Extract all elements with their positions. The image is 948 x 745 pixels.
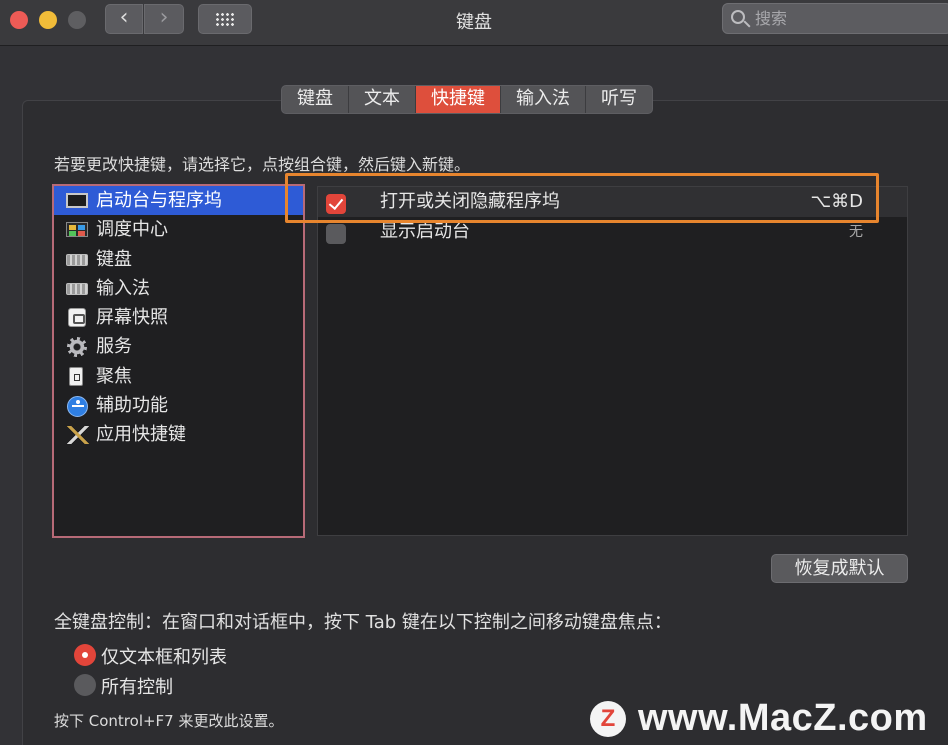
tab-shortcuts[interactable]: 快捷键 bbox=[416, 86, 501, 113]
category-label: 辅助功能 bbox=[96, 395, 168, 417]
screenshot-icon bbox=[68, 308, 86, 328]
title-bar: ‹ › 键盘 bbox=[0, 0, 948, 46]
category-label: 屏幕快照 bbox=[96, 307, 168, 329]
shortcut-key[interactable]: 无 bbox=[849, 217, 863, 247]
spotlight-icon bbox=[69, 366, 83, 386]
instruction-text: 若要更改快捷键，请选择它，点按组合键，然后键入新键。 bbox=[54, 155, 471, 174]
app-shortcuts-icon bbox=[67, 426, 89, 445]
category-item-app-shortcuts[interactable]: 应用快捷键 bbox=[54, 420, 303, 449]
shortcut-list[interactable]: 打开或关闭隐藏程序坞 ⌥⌘D 显示启动台 无 bbox=[317, 186, 908, 536]
category-item-launchpad-dock[interactable]: 启动台与程序坞 bbox=[54, 186, 303, 216]
category-item-mission-control[interactable]: 调度中心 bbox=[54, 215, 303, 244]
shortcut-enable-checkbox[interactable] bbox=[326, 224, 346, 244]
category-label: 键盘 bbox=[96, 248, 132, 270]
category-label: 聚焦 bbox=[96, 365, 132, 387]
gear-icon bbox=[67, 337, 87, 358]
category-label: 调度中心 bbox=[96, 219, 168, 241]
shortcut-enable-checkbox[interactable] bbox=[326, 194, 346, 214]
radio-button[interactable] bbox=[74, 644, 96, 666]
shortcut-label: 显示启动台 bbox=[380, 221, 470, 242]
category-label: 启动台与程序坞 bbox=[96, 190, 222, 211]
category-item-screenshots[interactable]: 屏幕快照 bbox=[54, 303, 303, 332]
accessibility-icon bbox=[67, 396, 88, 418]
keyboard-icon bbox=[66, 253, 88, 266]
radio-button[interactable] bbox=[74, 674, 96, 696]
category-item-accessibility[interactable]: 辅助功能 bbox=[54, 391, 303, 420]
shortcut-row[interactable]: 显示启动台 无 bbox=[318, 217, 907, 247]
category-item-keyboard[interactable]: 键盘 bbox=[54, 245, 303, 274]
shortcut-key[interactable]: ⌥⌘D bbox=[810, 187, 863, 217]
tab-keyboard[interactable]: 键盘 bbox=[282, 86, 349, 113]
tab-input-sources[interactable]: 输入法 bbox=[501, 86, 586, 113]
mission-control-icon bbox=[66, 222, 88, 238]
tab-dictation[interactable]: 听写 bbox=[586, 86, 652, 113]
radio-label: 所有控制 bbox=[101, 677, 173, 698]
shortcut-label: 打开或关闭隐藏程序坞 bbox=[380, 191, 560, 212]
category-label: 应用快捷键 bbox=[96, 424, 186, 446]
tab-bar: 键盘 文本 快捷键 输入法 听写 bbox=[281, 85, 653, 114]
search-icon bbox=[731, 10, 745, 24]
category-list[interactable]: 启动台与程序坞 调度中心 键盘 输入法 屏幕快照 服务 聚焦 辅助功能 应用快捷… bbox=[52, 184, 305, 538]
restore-defaults-button[interactable]: 恢复成默认 bbox=[771, 554, 908, 583]
watermark-text: www.MacZ.com bbox=[638, 697, 928, 739]
category-label: 输入法 bbox=[96, 277, 150, 299]
search-field[interactable] bbox=[722, 3, 948, 34]
category-label: 服务 bbox=[96, 336, 132, 358]
category-item-services[interactable]: 服务 bbox=[54, 332, 303, 361]
tab-text[interactable]: 文本 bbox=[349, 86, 416, 113]
keyboard-icon bbox=[66, 282, 88, 295]
radio-label: 仅文本框和列表 bbox=[101, 647, 227, 668]
category-item-input-sources[interactable]: 输入法 bbox=[54, 274, 303, 303]
category-item-spotlight[interactable]: 聚焦 bbox=[54, 362, 303, 391]
search-input[interactable] bbox=[755, 7, 935, 29]
keyboard-control-footnote: 按下 Control+F7 来更改此设置。 bbox=[54, 712, 284, 730]
keyboard-control-description: 全键盘控制：在窗口和对话框中，按下 Tab 键在以下控制之间移动键盘焦点： bbox=[54, 612, 672, 633]
watermark-logo-icon: Z bbox=[590, 701, 626, 737]
shortcut-row[interactable]: 打开或关闭隐藏程序坞 ⌥⌘D bbox=[318, 187, 907, 217]
launchpad-icon bbox=[66, 193, 88, 208]
